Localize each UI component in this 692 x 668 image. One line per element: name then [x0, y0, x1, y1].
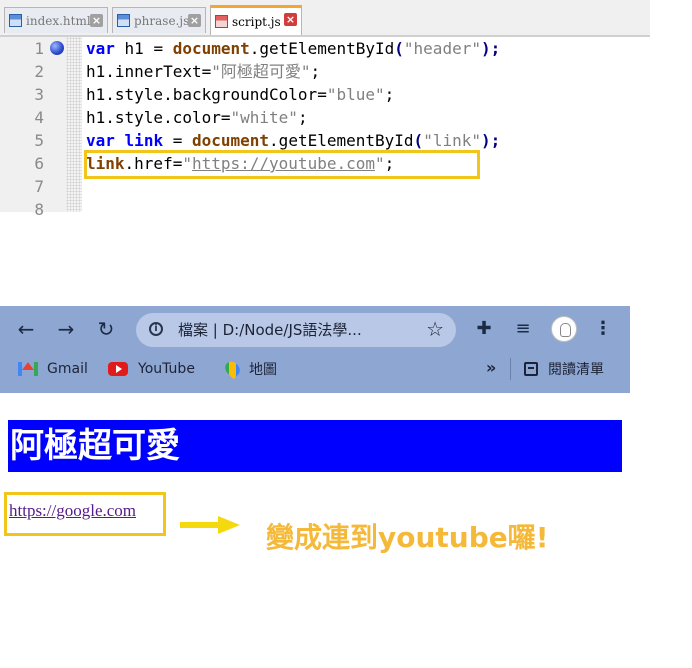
bookmark-youtube[interactable]: YouTube	[108, 357, 195, 381]
line-number: 1	[34, 39, 44, 58]
code-token: "blue"	[326, 85, 385, 104]
code-line-1[interactable]: var h1 = document.getElementById("header…	[86, 37, 500, 60]
code-line-4[interactable]: h1.style.color="white";	[86, 106, 308, 129]
line-number: 5	[34, 131, 44, 150]
highlight-box-code	[84, 150, 480, 179]
code-token: link	[124, 131, 164, 150]
code-token: "阿極超可愛"	[211, 62, 311, 81]
tab-label: index.html	[26, 13, 91, 28]
line-number: 6	[34, 154, 44, 173]
url-prefix: 檔案	[178, 321, 209, 339]
code-token: document	[172, 39, 250, 58]
star-icon[interactable]: ☆	[426, 317, 444, 341]
code-token: ;	[297, 108, 308, 127]
bookmark-divider	[510, 358, 511, 380]
line-number: 8	[34, 200, 44, 219]
code-token: h1.innerText=	[86, 62, 212, 81]
line-number: 4	[34, 108, 44, 127]
highlight-box-link	[4, 492, 166, 536]
code-token: .getElementById	[269, 131, 414, 150]
bookmark-gmail[interactable]: Gmail	[18, 357, 88, 381]
info-icon[interactable]: i	[149, 322, 163, 336]
media-controls-icon[interactable]: ≡	[511, 317, 535, 341]
fold-margin	[66, 37, 82, 212]
code-token: var	[86, 131, 115, 150]
bookmark-dot-icon[interactable]	[50, 41, 64, 55]
reading-list-label: 閱讀清單	[548, 362, 604, 378]
tab-index-html[interactable]: index.html ×	[4, 7, 108, 33]
file-icon	[117, 14, 130, 27]
youtube-icon	[108, 362, 128, 376]
line-number: 2	[34, 62, 44, 81]
bookmark-overflow-icon[interactable]: »	[486, 358, 496, 377]
code-line-2[interactable]: h1.innerText="阿極超可愛";	[86, 60, 320, 83]
line-number: 3	[34, 85, 44, 104]
code-token: ;	[384, 85, 395, 104]
kebab-menu-icon[interactable]: ⋮	[591, 317, 615, 341]
maps-pin-icon	[222, 358, 243, 380]
back-arrow-icon[interactable]: ←	[12, 315, 40, 343]
bookmark-label: YouTube	[138, 361, 195, 377]
line-number: 7	[34, 177, 44, 196]
bookmark-maps[interactable]: 地圖	[222, 357, 277, 381]
forward-arrow-icon[interactable]: →	[52, 315, 80, 343]
annotation-text: 變成連到youtube囉!	[266, 521, 549, 554]
code-token: (	[394, 39, 404, 58]
line-number-gutter: 1 2 3 4 5 6 7 8	[0, 37, 67, 219]
tab-label: phrase.js	[134, 13, 190, 28]
browser-toolbar: ← → ↻ i 檔案 | D:/Node/JS語法學... ☆ ✚ ≡ ⋮ Gm…	[0, 306, 630, 393]
reading-list-icon	[524, 362, 538, 376]
code-token: );	[480, 39, 501, 58]
url-separator: |	[208, 321, 223, 339]
reload-icon[interactable]: ↻	[92, 315, 120, 343]
editor-tab-bar: index.html × phrase.js × script.js ×	[0, 0, 650, 37]
code-token: .getElementById	[249, 39, 395, 58]
code-token: "white"	[230, 108, 298, 127]
close-icon[interactable]: ×	[90, 14, 103, 27]
close-icon[interactable]: ×	[284, 13, 297, 26]
gmail-icon	[18, 362, 38, 376]
code-token: (	[413, 131, 424, 150]
close-icon[interactable]: ×	[188, 14, 201, 27]
url-path: D:/Node/JS語法學...	[222, 321, 362, 339]
address-bar[interactable]: i 檔案 | D:/Node/JS語法學... ☆	[136, 313, 456, 347]
url-text[interactable]: 檔案 | D:/Node/JS語法學...	[178, 313, 362, 347]
tab-label: script.js	[232, 14, 281, 29]
profile-avatar-icon[interactable]	[551, 316, 577, 342]
extensions-puzzle-icon[interactable]: ✚	[472, 317, 496, 341]
code-token: document	[191, 131, 270, 150]
code-token: h1 =	[114, 39, 173, 58]
tab-phrase-js[interactable]: phrase.js ×	[112, 7, 206, 33]
code-token: =	[163, 131, 192, 150]
code-token: );	[480, 131, 501, 150]
bookmark-label: 地圖	[249, 362, 277, 378]
reading-list-button[interactable]: 閱讀清單	[524, 357, 604, 381]
code-token: ;	[310, 62, 321, 81]
file-icon	[215, 15, 228, 28]
code-token: h1.style.color=	[86, 108, 231, 127]
code-token: h1.style.backgroundColor=	[86, 85, 327, 104]
code-editor: index.html × phrase.js × script.js × 1 2…	[0, 0, 650, 219]
page-header: 阿極超可愛	[8, 420, 622, 472]
file-icon	[9, 14, 22, 27]
code-token: var	[86, 39, 115, 58]
arrow-right-icon	[180, 516, 240, 534]
code-line-5[interactable]: var link = document.getElementById("link…	[86, 129, 500, 152]
code-token: "link"	[423, 131, 481, 150]
bookmark-label: Gmail	[47, 361, 88, 377]
code-token: "header"	[403, 39, 481, 58]
code-line-3[interactable]: h1.style.backgroundColor="blue";	[86, 83, 394, 106]
tab-script-js[interactable]: script.js ×	[210, 5, 302, 35]
